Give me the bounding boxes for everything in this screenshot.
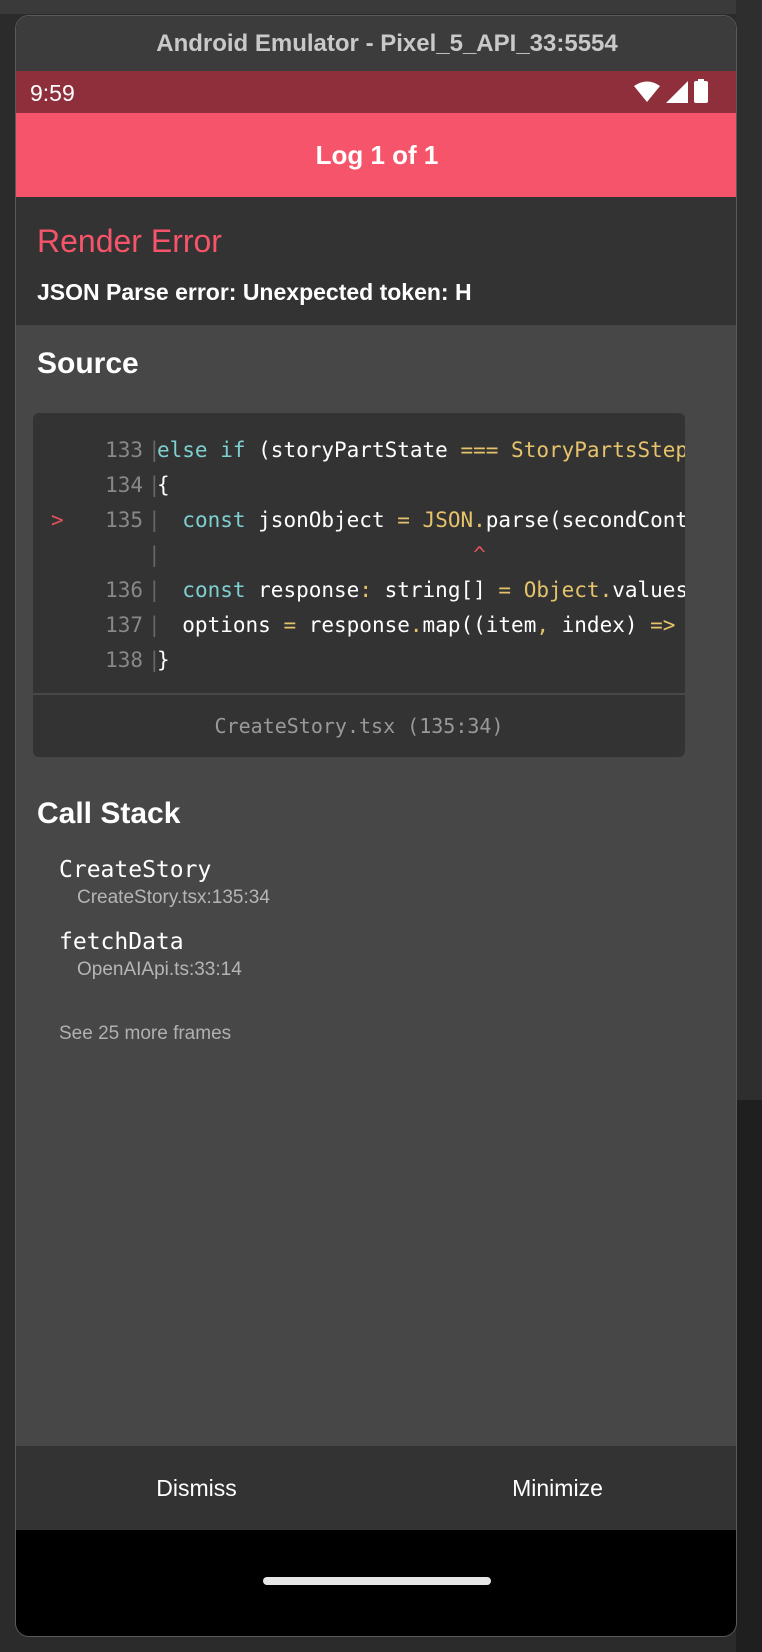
source-file-location[interactable]: CreateStory.tsx (135:34) [33, 693, 685, 757]
code-lines: 133 | else if (storyPartState === StoryPar… [33, 433, 685, 695]
code-token: . [409, 613, 423, 637]
code-text: } [157, 643, 170, 678]
log-app-bar: Log 1 of 1 [16, 113, 736, 197]
code-token: . [473, 508, 486, 532]
stack-frame-name: CreateStory [59, 857, 212, 883]
wifi-icon [634, 81, 660, 102]
line-number: 136 [105, 578, 143, 602]
source-code-frame[interactable]: 133 | else if (storyPartState === StoryPar… [33, 413, 685, 757]
status-icons [634, 79, 708, 103]
stack-frame-file: CreateStory.tsx:135:34 [77, 887, 270, 908]
minimize-button[interactable]: Minimize [377, 1446, 736, 1530]
stack-frame-name: fetchData [59, 929, 184, 955]
bottom-action-bar: Dismiss Minimize [16, 1446, 736, 1530]
error-message: JSON Parse error: Unexpected token: H [37, 279, 472, 305]
code-token: string[] [371, 578, 499, 602]
code-text: ^ [157, 538, 486, 573]
home-indicator[interactable] [263, 1577, 491, 1585]
line-number: 135 [105, 508, 143, 532]
code-token: response [245, 578, 360, 602]
code-token: map((item [422, 613, 537, 637]
code-token: const [182, 578, 246, 602]
code-text: else if (storyPartState === StoryPartsSt… [157, 433, 685, 468]
code-token: StoryPartsStep [511, 438, 685, 462]
code-token: response [296, 613, 410, 637]
code-text: { [157, 468, 170, 503]
code-token: index) [549, 613, 651, 637]
code-token: , [536, 613, 549, 637]
code-token: else if [157, 438, 246, 462]
code-token: options [157, 613, 284, 637]
code-token: = [498, 578, 512, 602]
code-token: = [397, 508, 410, 532]
code-line: 134 |{ [33, 468, 685, 503]
callstack-title: Call Stack [37, 797, 181, 830]
see-more-frames-link[interactable]: See 25 more frames [59, 1023, 231, 1045]
code-token: === [460, 438, 499, 462]
code-line: 138 |} [33, 643, 685, 678]
code-line: >135 | const jsonObject = JSON.parse(seco… [33, 503, 685, 538]
line-number: 133 [105, 438, 143, 462]
code-token: { [157, 473, 170, 497]
code-token: const [182, 508, 246, 532]
line-number: 134 [105, 473, 143, 497]
code-token: parse(secondCont [485, 508, 685, 532]
status-time: 9:59 [30, 80, 75, 106]
dismiss-button[interactable]: Dismiss [16, 1446, 377, 1530]
line-number: 138 [105, 648, 143, 672]
emulator-window: Android Emulator - Pixel_5_API_33:5554 9… [15, 15, 737, 1637]
stack-frame-file: OpenAIApi.ts:33:14 [77, 959, 242, 980]
source-title: Source [37, 347, 139, 380]
error-line-marker: > [51, 508, 64, 532]
battery-icon [694, 79, 708, 103]
window-titlebar[interactable]: Android Emulator - Pixel_5_API_33:5554 [16, 16, 736, 71]
code-text: const jsonObject = JSON.parse(secondCont [157, 503, 685, 538]
device-screen: 9:59 Log 1 of 1 Render Error JSON Parse … [16, 71, 736, 1636]
error-title: Render Error [37, 223, 222, 259]
code-text: options = response.map((item, index) => [157, 608, 675, 643]
code-token: (storyPartState [245, 438, 461, 462]
code-token: Object [523, 578, 600, 602]
desktop-background-right-lower [736, 1100, 762, 1652]
code-token: values [612, 578, 685, 602]
gesture-nav-area [16, 1530, 736, 1636]
line-number: 137 [105, 613, 143, 637]
stack-frame[interactable]: fetchData OpenAIApi.ts:33:14 [59, 929, 242, 981]
code-token: . [599, 578, 613, 602]
desktop-background [0, 0, 762, 14]
code-line: | ^ [33, 538, 685, 573]
code-token: = [283, 613, 297, 637]
code-token: ^ [473, 543, 486, 567]
code-line: 137 | options = response.map((item, index… [33, 608, 685, 643]
status-bar: 9:59 [16, 71, 736, 113]
code-token: : [359, 578, 372, 602]
code-token: jsonObject [245, 508, 398, 532]
signal-icon [666, 81, 688, 103]
error-header: Render Error JSON Parse error: Unexpecte… [16, 197, 736, 325]
code-text: const response: string[] = Object.values [157, 573, 685, 608]
code-token: JSON [422, 508, 474, 532]
window-title: Android Emulator - Pixel_5_API_33:5554 [156, 29, 618, 57]
log-title: Log 1 of 1 [315, 139, 439, 170]
stack-frame[interactable]: CreateStory CreateStory.tsx:135:34 [59, 857, 270, 909]
code-line: 133 | else if (storyPartState === StoryPar… [33, 433, 685, 468]
code-line: 136 | const response: string[] = Object.v… [33, 573, 685, 608]
code-token: => [650, 613, 676, 637]
code-token: } [157, 648, 170, 672]
